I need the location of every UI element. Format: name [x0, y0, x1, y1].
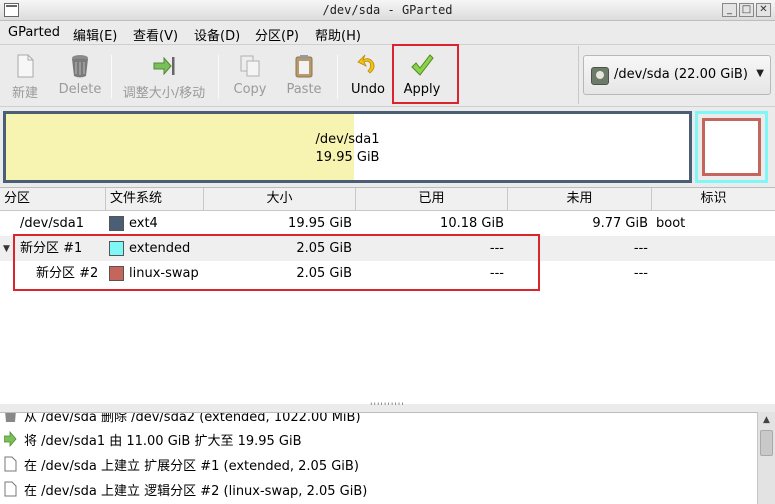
paste-button[interactable]: Paste	[279, 45, 329, 105]
partition-unused: 9.77 GiB	[592, 216, 648, 231]
partition-bar-extended[interactable]	[695, 111, 768, 183]
filesystem-color-swatch	[109, 241, 124, 256]
apply-button[interactable]: Apply	[396, 45, 448, 105]
menu-gparted[interactable]: GParted	[8, 25, 60, 40]
undo-button-label: Undo	[351, 82, 385, 97]
resize-move-button[interactable]: 调整大小/移动	[116, 45, 212, 105]
partition-size: 19.95 GiB	[288, 216, 352, 231]
filesystem-name: ext4	[129, 216, 158, 231]
resize-arrow-icon	[153, 56, 175, 76]
menu-partition[interactable]: 分区(P)	[255, 25, 299, 44]
device-selector[interactable]: /dev/sda (22.00 GiB) ▼	[583, 55, 771, 95]
close-button[interactable]: ✕	[756, 3, 771, 17]
operation-text: 将 /dev/sda1 由 11.00 GiB 扩大至 19.95 GiB	[24, 434, 302, 449]
column-header-flags[interactable]: 标识	[652, 188, 775, 210]
partition-size: 2.05 GiB	[296, 241, 352, 256]
hard-disk-icon	[591, 67, 609, 85]
undo-arrow-icon	[357, 54, 375, 74]
partition-name: /dev/sda1	[20, 216, 84, 231]
table-row[interactable]: 新分区 #2 linux-swap 2.05 GiB --- ---	[0, 261, 775, 286]
expander-triangle-icon[interactable]: ▼	[3, 244, 10, 254]
undo-button[interactable]: Undo	[344, 45, 392, 105]
partition-table: 分区 文件系统 大小 已用 未用 标识 /dev/sda1 ext4 19.95…	[0, 187, 775, 404]
title-bar: /dev/sda - GParted _ □ ✕	[0, 0, 775, 21]
filesystem-name: extended	[129, 241, 191, 256]
resize-arrow-icon	[4, 431, 17, 447]
partition-bar-linux-swap[interactable]	[702, 118, 761, 176]
new-document-icon	[4, 456, 17, 472]
partition-name: 新分区 #2	[36, 266, 99, 281]
filesystem-color-swatch	[109, 266, 124, 281]
toolbar-separator	[111, 55, 112, 99]
new-document-icon	[17, 54, 34, 78]
partition-bar-size: 19.95 GiB	[315, 150, 380, 165]
list-item[interactable]: 将 /dev/sda1 由 11.00 GiB 扩大至 19.95 GiB	[0, 426, 757, 451]
partition-unused: ---	[633, 241, 648, 256]
partition-used: ---	[489, 241, 504, 256]
minimize-button[interactable]: _	[722, 3, 737, 17]
disk-map: /dev/sda1 19.95 GiB	[0, 107, 775, 187]
partition-flags: boot	[656, 216, 686, 231]
device-selector-label: /dev/sda (22.00 GiB)	[614, 67, 748, 82]
list-item[interactable]: 在 /dev/sda 上建立 逻辑分区 #2 (linux-swap, 2.05…	[0, 476, 757, 501]
toolbar-separator	[578, 46, 579, 104]
list-item[interactable]: 从 /dev/sda 删除 /dev/sda2 (extended, 1022.…	[0, 412, 757, 427]
toolbar-separator	[218, 55, 219, 99]
apply-checkmark-icon	[411, 54, 434, 76]
partition-used: ---	[489, 266, 504, 281]
partition-size: 2.05 GiB	[296, 266, 352, 281]
column-header-size[interactable]: 大小	[204, 188, 356, 210]
scroll-up-icon[interactable]: ▲	[758, 412, 775, 428]
partition-used: 10.18 GiB	[440, 216, 504, 231]
table-row[interactable]: ▼ 新分区 #1 extended 2.05 GiB --- ---	[0, 236, 775, 261]
menu-help[interactable]: 帮助(H)	[315, 25, 361, 44]
used-space-fill	[6, 114, 355, 180]
table-row[interactable]: /dev/sda1 ext4 19.95 GiB 10.18 GiB 9.77 …	[0, 211, 775, 236]
splitter-grip-icon: ''''''''''	[370, 402, 405, 412]
column-header-partition[interactable]: 分区	[0, 188, 106, 210]
list-item[interactable]: 在 /dev/sda 上建立 扩展分区 #1 (extended, 2.05 G…	[0, 451, 757, 476]
pending-operations-list: 从 /dev/sda 删除 /dev/sda2 (extended, 1022.…	[0, 412, 757, 504]
filesystem-name: linux-swap	[129, 266, 199, 281]
operation-text: 在 /dev/sda 上建立 扩展分区 #1 (extended, 2.05 G…	[24, 459, 359, 474]
column-header-unused[interactable]: 未用	[508, 188, 652, 210]
delete-button-label: Delete	[58, 82, 102, 97]
column-header-filesystem[interactable]: 文件系统	[106, 188, 204, 210]
copy-icon	[240, 55, 260, 77]
table-header: 分区 文件系统 大小 已用 未用 标识	[0, 188, 775, 211]
partition-unused: ---	[633, 266, 648, 281]
operation-text: 从 /dev/sda 删除 /dev/sda2 (extended, 1022.…	[24, 412, 361, 425]
scrollbar-thumb[interactable]	[760, 430, 773, 456]
trash-icon	[72, 55, 88, 78]
pane-splitter[interactable]: ''''''''''	[0, 402, 775, 412]
paste-button-label: Paste	[286, 82, 322, 97]
partition-name: 新分区 #1	[20, 241, 83, 256]
menu-device[interactable]: 设备(D)	[194, 25, 240, 44]
operation-text: 在 /dev/sda 上建立 逻辑分区 #2 (linux-swap, 2.05…	[24, 484, 368, 499]
partition-bar-name: /dev/sda1	[315, 132, 380, 147]
window-title: /dev/sda - GParted	[322, 3, 453, 17]
copy-button-label: Copy	[233, 82, 267, 97]
menu-edit[interactable]: 编辑(E)	[73, 25, 117, 44]
partition-bar-sda1[interactable]: /dev/sda1 19.95 GiB	[3, 111, 692, 183]
copy-button[interactable]: Copy	[226, 45, 274, 105]
resize-move-button-label: 调整大小/移动	[122, 86, 206, 101]
maximize-button[interactable]: □	[739, 3, 754, 17]
chevron-down-icon: ▼	[756, 68, 764, 79]
operations-scrollbar[interactable]: ▲	[757, 412, 775, 504]
toolbar-separator	[337, 55, 338, 99]
menu-view[interactable]: 查看(V)	[133, 25, 178, 44]
column-header-used[interactable]: 已用	[356, 188, 508, 210]
apply-button-label: Apply	[403, 82, 441, 97]
new-button-label: 新建	[11, 86, 38, 101]
delete-button[interactable]: Delete	[54, 45, 106, 105]
paste-clipboard-icon	[295, 55, 313, 78]
new-button[interactable]: 新建	[2, 45, 48, 105]
delete-operation-icon	[5, 413, 16, 422]
filesystem-color-swatch	[109, 216, 124, 231]
new-document-icon	[4, 481, 17, 497]
menu-bar: GParted 编辑(E) 查看(V) 设备(D) 分区(P) 帮助(H)	[0, 21, 775, 45]
